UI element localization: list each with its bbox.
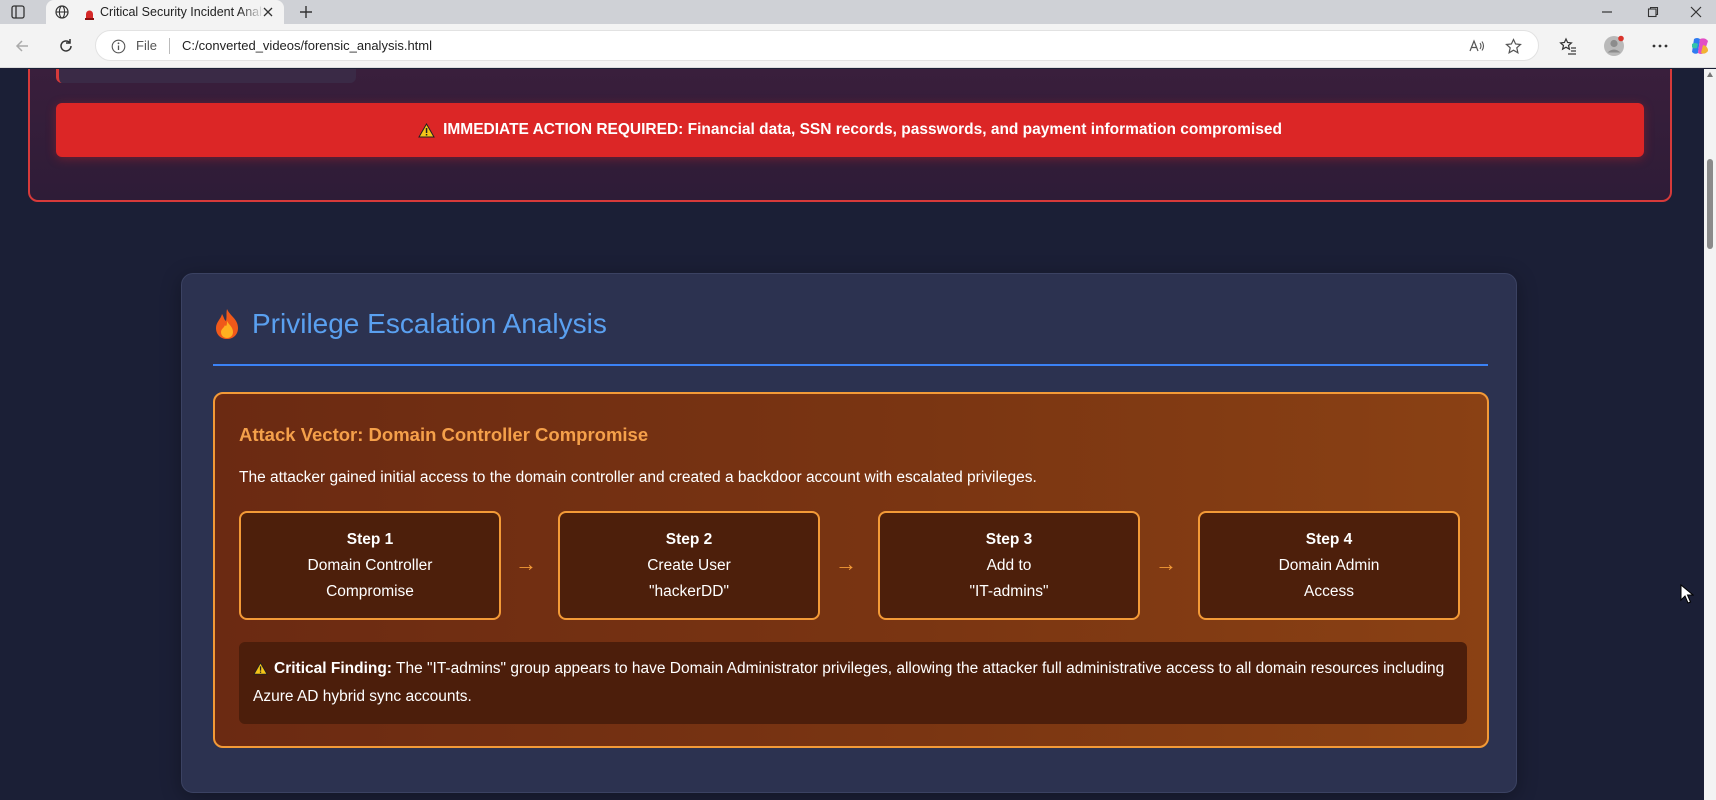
warning-icon bbox=[253, 658, 268, 684]
step-arrow-icon: → bbox=[1155, 551, 1177, 576]
banner-text: IMMEDIATE ACTION REQUIRED: Financial dat… bbox=[443, 121, 1282, 138]
step-number: Step 2 bbox=[665, 530, 713, 548]
step-number: Step 4 bbox=[1305, 530, 1353, 548]
address-bar[interactable]: File C:/converted_videos/forensic_analys… bbox=[95, 30, 1539, 61]
url-separator bbox=[169, 38, 170, 54]
back-icon[interactable] bbox=[10, 34, 34, 58]
close-window-icon[interactable] bbox=[1676, 0, 1716, 24]
new-tab-icon[interactable] bbox=[296, 2, 316, 22]
browser-tab-strip: Critical Security Incident Analysis bbox=[0, 0, 1716, 24]
page-scrollbar[interactable] bbox=[1704, 69, 1716, 800]
finding-label: Critical Finding: bbox=[274, 660, 392, 677]
alarm-favicon-icon bbox=[84, 7, 95, 20]
step-line: Compromise bbox=[326, 582, 414, 600]
step-number: Step 1 bbox=[346, 530, 394, 548]
address-toolbar: File C:/converted_videos/forensic_analys… bbox=[0, 24, 1716, 68]
restore-icon[interactable] bbox=[1630, 0, 1676, 24]
tab-actions-icon[interactable] bbox=[8, 3, 28, 21]
tab-title: Critical Security Incident Analysis bbox=[100, 5, 264, 19]
step-line: Domain Admin bbox=[1278, 556, 1380, 574]
critical-finding-box: Critical Finding: The "IT-admins" group … bbox=[239, 642, 1467, 724]
read-aloud-icon[interactable] bbox=[1468, 37, 1486, 55]
url-scheme-label: File bbox=[136, 38, 157, 53]
attack-vector-card: Attack Vector: Domain Controller Comprom… bbox=[213, 392, 1489, 748]
attack-vector-description: The attacker gained initial access to th… bbox=[239, 469, 1037, 486]
step-line: Domain Controller bbox=[307, 556, 433, 574]
browser-tab[interactable]: Critical Security Incident Analysis bbox=[46, 0, 284, 24]
step-line: "IT-admins" bbox=[969, 582, 1049, 600]
step-line: "hackerDD" bbox=[649, 582, 729, 600]
step-arrow-icon: → bbox=[835, 551, 857, 576]
attack-step-2: Step 2 Create User "hackerDD" bbox=[558, 511, 820, 620]
profile-avatar-icon[interactable] bbox=[1602, 34, 1626, 58]
refresh-icon[interactable] bbox=[54, 34, 78, 58]
step-line: Add to bbox=[986, 556, 1032, 574]
url-text[interactable]: C:/converted_videos/forensic_analysis.ht… bbox=[182, 38, 432, 53]
copilot-icon[interactable] bbox=[1688, 34, 1712, 58]
attack-step-1: Step 1 Domain Controller Compromise bbox=[239, 511, 501, 620]
favorite-star-icon[interactable] bbox=[1504, 37, 1522, 55]
attack-step-4: Step 4 Domain Admin Access bbox=[1198, 511, 1460, 620]
attack-step-3: Step 3 Add to "IT-admins" bbox=[878, 511, 1140, 620]
info-icon[interactable] bbox=[110, 38, 126, 54]
step-arrow-icon: → bbox=[515, 551, 537, 576]
step-line: Access bbox=[1304, 582, 1354, 600]
section-divider bbox=[213, 364, 1488, 366]
favorites-list-icon[interactable] bbox=[1556, 34, 1580, 58]
globe-icon bbox=[54, 4, 70, 20]
warning-icon bbox=[418, 122, 435, 138]
scrollbar-thumb[interactable] bbox=[1707, 159, 1713, 249]
step-number: Step 3 bbox=[985, 530, 1033, 548]
immediate-action-banner: IMMEDIATE ACTION REQUIRED: Financial dat… bbox=[56, 103, 1644, 157]
mouse-cursor-icon bbox=[1680, 584, 1694, 604]
section-header: Privilege Escalation Analysis bbox=[212, 308, 607, 340]
previous-content-block bbox=[56, 69, 356, 83]
scroll-up-icon[interactable] bbox=[1707, 72, 1713, 77]
page-viewport: IMMEDIATE ACTION REQUIRED: Financial dat… bbox=[0, 69, 1704, 800]
privilege-escalation-section: Privilege Escalation Analysis Attack Vec… bbox=[181, 273, 1517, 793]
close-tab-icon[interactable] bbox=[260, 4, 276, 20]
attack-vector-title: Attack Vector: Domain Controller Comprom… bbox=[239, 424, 649, 445]
impact-alert-card: IMMEDIATE ACTION REQUIRED: Financial dat… bbox=[28, 69, 1672, 202]
section-title: Privilege Escalation Analysis bbox=[252, 308, 607, 339]
finding-text: The "IT-admins" group appears to have Do… bbox=[253, 660, 1445, 705]
fire-icon bbox=[212, 308, 242, 340]
more-menu-icon[interactable] bbox=[1648, 34, 1672, 58]
minimize-icon[interactable] bbox=[1584, 0, 1630, 24]
step-line: Create User bbox=[647, 556, 731, 574]
